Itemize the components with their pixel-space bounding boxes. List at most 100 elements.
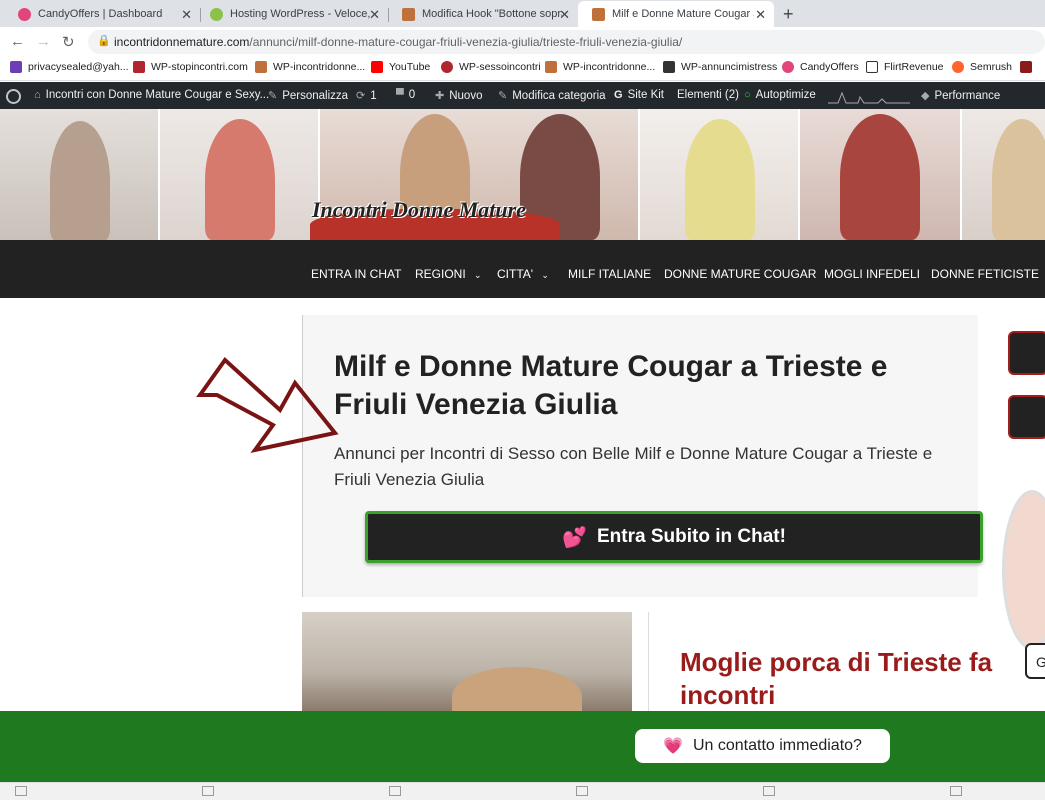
pencil-icon: ✎ bbox=[498, 90, 508, 102]
close-icon[interactable]: ✕ bbox=[755, 7, 766, 23]
back-arrow-icon[interactable]: ← bbox=[10, 33, 25, 50]
mail-icon bbox=[10, 61, 22, 73]
bookmark-item[interactable]: WP-incontridonne... bbox=[545, 61, 655, 73]
avatar bbox=[1002, 490, 1045, 650]
new-tab-icon[interactable]: + bbox=[783, 4, 794, 25]
file-icon[interactable] bbox=[950, 786, 962, 796]
bookmark-item[interactable] bbox=[1020, 61, 1038, 73]
status-dot-icon: ○ bbox=[744, 89, 751, 101]
wp-admin-bar: ⌂ Incontri con Donne Mature Cougar e Sexy… bbox=[0, 82, 1045, 109]
heart-icon: 💗 bbox=[663, 738, 683, 755]
semrush-icon bbox=[952, 61, 964, 73]
menu-item-donne-mature-cougar[interactable]: DONNE MATURE COUGAR bbox=[664, 267, 816, 281]
file-icon[interactable] bbox=[389, 786, 401, 796]
menu-item-donne-feticiste[interactable]: DONNE FETICISTE bbox=[931, 267, 1039, 281]
bookmark-item[interactable]: privacysealed@yah... bbox=[10, 61, 129, 73]
gauge-icon: ◆ bbox=[921, 90, 930, 102]
plus-icon: ✚ bbox=[435, 90, 445, 102]
header-photo-panel bbox=[962, 109, 1045, 240]
wp-comments[interactable]: ▀ 0 bbox=[396, 89, 415, 101]
enter-chat-button[interactable]: 💕 Entra Subito in Chat! bbox=[365, 511, 983, 563]
wp-new[interactable]: ✚ Nuovo bbox=[435, 89, 482, 103]
wordpress-logo-icon[interactable] bbox=[6, 89, 21, 104]
wp-performance[interactable]: ◆ Performance bbox=[921, 89, 1000, 103]
bookmark-item[interactable]: FlirtRevenue bbox=[866, 61, 944, 73]
url-input[interactable]: 🔒 incontridonnemature.com/annunci/milf-d… bbox=[88, 30, 1045, 54]
brush-icon: ✎ bbox=[268, 90, 278, 102]
url-domain: incontridonnemature.com bbox=[114, 35, 250, 49]
file-icon[interactable] bbox=[763, 786, 775, 796]
site-favicon-icon bbox=[402, 7, 415, 21]
menu-item-mogli-infedeli[interactable]: MOGLI INFEDELI bbox=[824, 267, 920, 281]
candyoffers-icon bbox=[18, 7, 31, 21]
site-icon bbox=[866, 61, 878, 73]
site-icon bbox=[255, 61, 267, 73]
bookmarks-bar: privacysealed@yah... WP-stopincontri.com… bbox=[0, 57, 1045, 81]
arrow-annotation-icon bbox=[196, 357, 339, 454]
browser-tab-bar: CandyOffers | Dashboard ✕ Hosting WordPr… bbox=[0, 0, 1045, 27]
bookmark-item[interactable]: WP-stopincontri.com bbox=[133, 61, 248, 73]
wp-autoptimize[interactable]: ○ Autoptimize bbox=[744, 89, 816, 101]
close-icon[interactable]: ✕ bbox=[559, 7, 570, 23]
forward-arrow-icon[interactable]: → bbox=[36, 33, 51, 50]
bookmark-item[interactable]: YouTube bbox=[371, 61, 430, 73]
menu-item-regioni[interactable]: REGIONI ⌄ bbox=[415, 267, 482, 281]
address-bar-row: ← → ↻ 🔒 incontridonnemature.com/annunci/… bbox=[0, 27, 1045, 57]
chevron-down-icon: ⌄ bbox=[474, 270, 482, 280]
site-favicon-icon bbox=[592, 7, 605, 21]
bookmark-item[interactable]: WP-annuncimistress bbox=[663, 61, 777, 73]
close-icon[interactable]: ✕ bbox=[181, 7, 192, 23]
site-icon bbox=[441, 61, 453, 73]
side-button[interactable] bbox=[1008, 395, 1045, 439]
close-icon[interactable]: ✕ bbox=[369, 7, 380, 23]
menu-item-entra-in-chat[interactable]: ENTRA IN CHAT bbox=[311, 267, 401, 281]
tab-active-page[interactable]: Milf e Donne Mature Cougar a Tries ✕ bbox=[578, 1, 774, 27]
page-subtitle: Annunci per Incontri di Sesso con Belle … bbox=[334, 444, 933, 489]
site-icon bbox=[1020, 61, 1032, 73]
main-navigation: ENTRA IN CHAT REGIONI ⌄ CITTA' ⌄ MILF IT… bbox=[0, 240, 1045, 298]
divider bbox=[648, 612, 649, 712]
site-logo[interactable]: Incontri Donne Mature bbox=[312, 197, 526, 223]
file-icon[interactable] bbox=[202, 786, 214, 796]
updates-icon: ⟳ bbox=[356, 90, 366, 102]
header-photo-panel bbox=[0, 109, 160, 240]
header-photo-panel bbox=[160, 109, 320, 240]
comment-icon: ▀ bbox=[396, 89, 404, 101]
menu-item-citta[interactable]: CITTA' ⌄ bbox=[497, 267, 549, 281]
header-photo-panel bbox=[640, 109, 800, 240]
candyoffers-icon bbox=[782, 61, 794, 73]
wp-site-link[interactable]: ⌂ Incontri con Donne Mature Cougar e Sexy… bbox=[34, 89, 269, 101]
bookmark-item[interactable]: WP-incontridonne... bbox=[255, 61, 365, 73]
sparkline-graph-icon bbox=[828, 91, 910, 104]
wp-customize[interactable]: ✎ Personalizza bbox=[268, 89, 348, 103]
reload-icon[interactable]: ↻ bbox=[62, 33, 75, 51]
wp-sitekit[interactable]: G Site Kit bbox=[614, 89, 664, 101]
post-title-link[interactable]: Moglie porca di Trieste fa incontri bbox=[680, 646, 1000, 712]
wp-elements[interactable]: Elementi (2) bbox=[677, 89, 739, 101]
wp-updates[interactable]: ⟳ 1 bbox=[356, 89, 377, 103]
chevron-down-icon: ⌄ bbox=[541, 270, 549, 280]
file-icon[interactable] bbox=[576, 786, 588, 796]
site-icon bbox=[133, 61, 145, 73]
post-thumbnail[interactable] bbox=[302, 612, 632, 712]
hearts-icon: 💕 bbox=[562, 526, 587, 549]
wp-edit-category[interactable]: ✎ Modifica categoria bbox=[498, 89, 606, 103]
header-photo-panel bbox=[800, 109, 962, 240]
site-header-banner: Incontri Donne Mature bbox=[0, 109, 1045, 240]
page-title: Milf e Donne Mature Cougar a Trieste e F… bbox=[334, 350, 888, 421]
tab-candyoffers[interactable]: CandyOffers | Dashboard ✕ bbox=[4, 1, 201, 27]
contact-button[interactable]: 💗 Un contatto immediato? bbox=[635, 729, 890, 763]
file-icon[interactable] bbox=[15, 786, 27, 796]
hosting-icon bbox=[210, 7, 223, 21]
tab-hosting[interactable]: Hosting WordPress - Veloce, sicuro ✕ bbox=[196, 1, 389, 27]
google-g-icon: G bbox=[614, 89, 623, 101]
bookmark-item[interactable]: CandyOffers bbox=[782, 61, 859, 73]
tab-modifica-hook[interactable]: Modifica Hook "Bottone sopra Con ✕ bbox=[388, 1, 578, 27]
side-button[interactable] bbox=[1008, 331, 1045, 375]
lock-icon: 🔒 bbox=[97, 35, 111, 47]
bookmark-item[interactable]: Semrush bbox=[952, 61, 1012, 73]
side-label-button[interactable]: G bbox=[1025, 643, 1045, 679]
menu-item-milf-italiane[interactable]: MILF ITALIANE bbox=[568, 267, 651, 281]
bookmark-item[interactable]: WP-sessoincontri bbox=[441, 61, 541, 73]
site-icon bbox=[663, 61, 675, 73]
